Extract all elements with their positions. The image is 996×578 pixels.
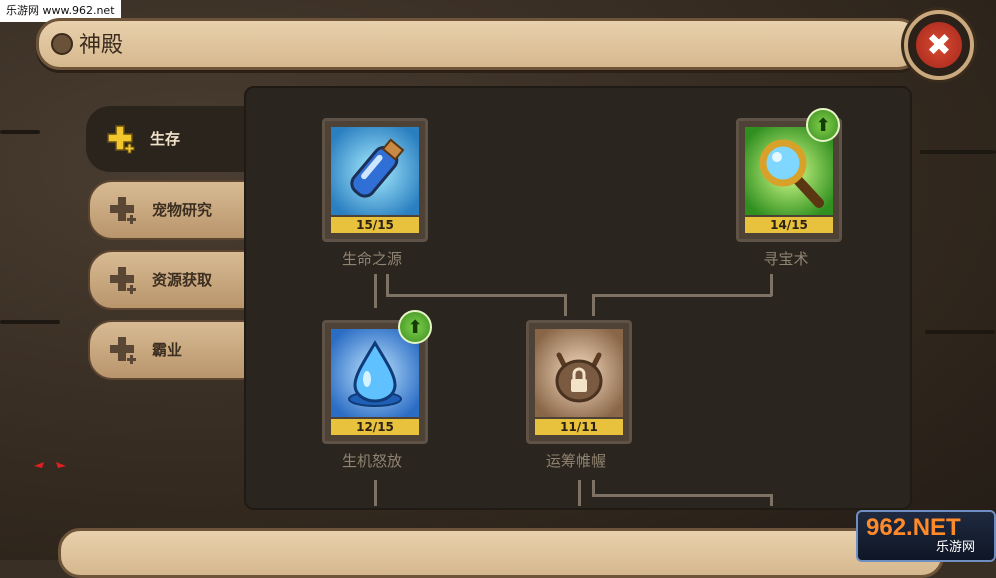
potion-bottle-icon — [331, 127, 419, 215]
close-button[interactable]: ✖ — [904, 10, 974, 80]
plus-icon — [110, 197, 136, 224]
skill-name: 生机怒放 — [341, 452, 402, 470]
tab-resource-gathering[interactable]: 资源获取 — [88, 250, 248, 310]
skill-card[interactable]: 11/11 — [526, 320, 632, 444]
skill-level: 15/15 — [331, 217, 419, 233]
rock-crack — [0, 130, 40, 134]
site-logo-watermark: 962.NET 乐游网 — [856, 510, 996, 562]
connector-line — [386, 294, 566, 297]
connector-line — [592, 294, 595, 316]
tab-survival[interactable]: 生存 — [86, 106, 252, 172]
skill-name: 运筹帷幄 — [545, 452, 606, 470]
logo-subtext: 乐游网 — [936, 540, 976, 555]
plus-icon — [110, 337, 136, 364]
title-bullet-icon — [51, 33, 73, 55]
skill-card[interactable]: 15/15 — [322, 118, 428, 242]
upgrade-arrow-icon[interactable]: ⬆ — [398, 310, 432, 344]
tab-dominion[interactable]: 霸业 — [88, 320, 248, 380]
skill-name: 寻宝术 — [763, 250, 809, 268]
skill-tree-panel: 15/15 生命之源 14/15 ⬆ 寻宝术 12/15 ⬆ 生机怒放 11/1… — [244, 86, 912, 510]
connector-line — [592, 494, 772, 497]
glowing-eyes-icon — [34, 462, 66, 468]
connector-line — [770, 274, 773, 296]
connector-line — [374, 274, 377, 308]
skill-level: 12/15 — [331, 419, 419, 435]
tab-label: 资源获取 — [152, 271, 213, 289]
tab-label: 宠物研究 — [152, 201, 213, 219]
title-bar: 神殿 — [36, 18, 922, 70]
tab-pet-research[interactable]: 宠物研究 — [88, 180, 248, 240]
skill-name: 生命之源 — [341, 250, 402, 268]
rock-crack — [0, 320, 60, 324]
skill-level: 14/15 — [745, 217, 833, 233]
plus-icon — [107, 125, 135, 154]
locked-demon-icon — [535, 329, 623, 417]
connector-line — [374, 480, 377, 506]
connector-line — [770, 494, 773, 506]
rock-crack — [925, 330, 995, 334]
water-drop-icon — [331, 329, 419, 417]
connector-line — [592, 294, 772, 297]
bottom-info-bar — [58, 528, 944, 578]
connector-line — [386, 274, 389, 296]
plus-icon — [110, 267, 136, 294]
connector-line — [578, 480, 581, 506]
connector-line — [564, 294, 567, 316]
upgrade-arrow-icon[interactable]: ⬆ — [806, 108, 840, 142]
skill-level: 11/11 — [535, 419, 623, 435]
close-icon: ✖ — [916, 22, 962, 68]
tab-label: 生存 — [150, 130, 181, 148]
rock-crack — [920, 150, 996, 154]
page-title: 神殿 — [79, 33, 124, 58]
tab-label: 霸业 — [152, 341, 183, 359]
